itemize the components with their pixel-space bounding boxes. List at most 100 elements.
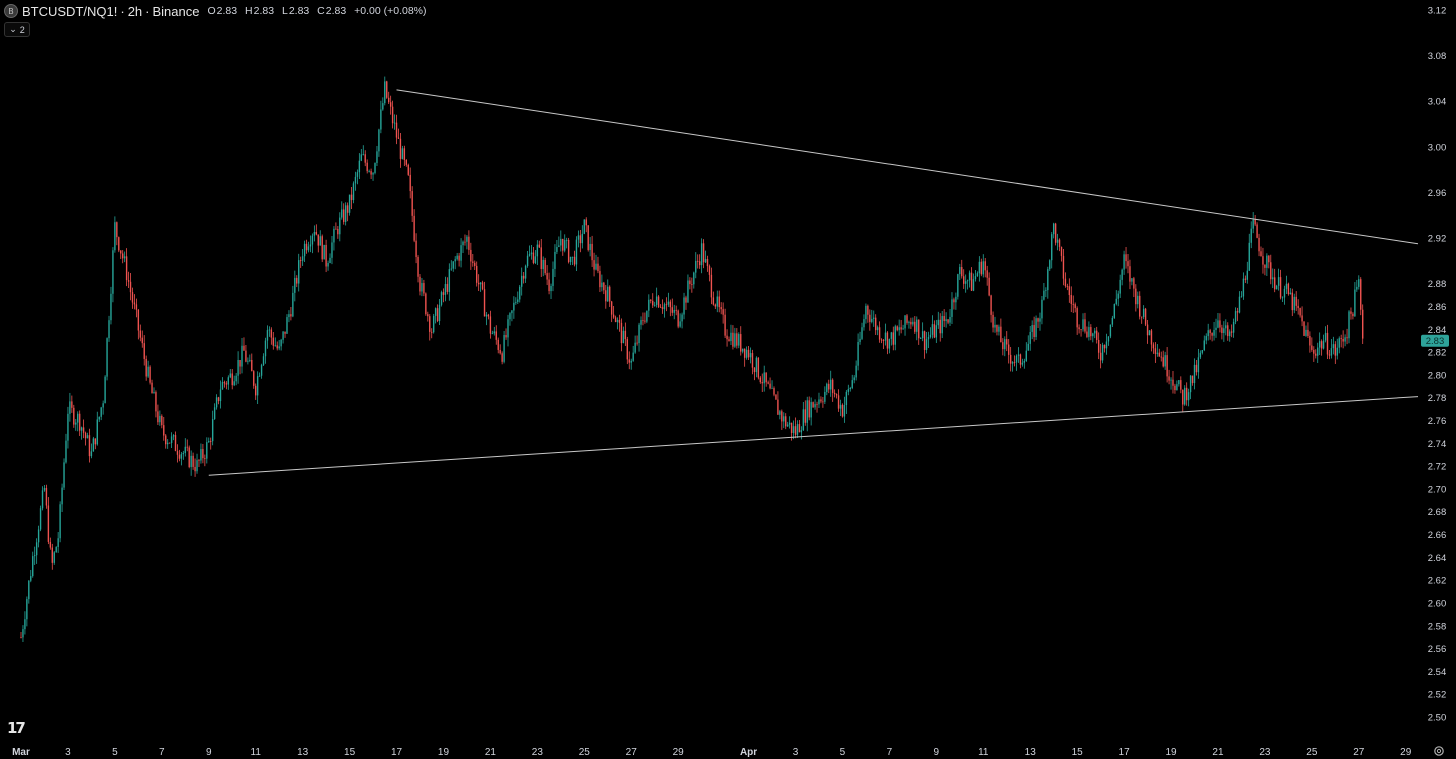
candle-body [745,349,748,358]
candle-body [933,324,936,338]
candle-body [1223,328,1225,334]
candle-body [695,260,697,273]
candle-body [1336,347,1338,356]
candle-body [78,413,81,431]
separator: · [145,3,150,19]
interval-label[interactable]: 2h [128,4,142,19]
candle-body [773,388,775,395]
candle-body [1285,283,1288,289]
candle-body [697,260,699,262]
y-tick-label: 2.86 [1428,302,1447,313]
candle-body [1109,324,1112,337]
candle-body [1266,255,1268,268]
candle-body [587,225,589,250]
candle-body [1225,325,1227,329]
candle-body [69,401,71,414]
candle-body [466,236,468,242]
candle-body [1275,285,1278,290]
gear-icon[interactable] [1433,745,1445,757]
candle-body [24,619,26,630]
candle-body [63,462,65,488]
candle-body [1045,290,1047,291]
candle-body [867,305,869,315]
x-tick-label: 27 [626,747,638,758]
candle-body [702,243,705,263]
candle-body [1117,293,1119,299]
candle-body [1119,279,1121,294]
candle-body [1217,320,1219,328]
candle-body [442,292,445,295]
candle-body [168,442,171,444]
price-chart[interactable]: 3.12 3.08 3.04 3.00 2.96 2.92 2.88 2.86 2.84 2.82… [0,0,1456,759]
candle-body [419,276,421,292]
candle-body [211,419,214,442]
candle-body [348,194,351,213]
candle-body [802,409,805,431]
candle-body [1101,344,1104,361]
candle-body [84,432,87,439]
candle-body [362,154,364,156]
candle-body [483,289,486,317]
candle-body [1258,237,1260,252]
candle-body [716,296,718,307]
candle-body [432,315,435,333]
candle-body [444,283,447,295]
x-tick-label: 13 [1025,747,1037,758]
candle-body [1342,339,1344,342]
candle-body [129,281,132,293]
candle-body [247,360,249,362]
candle-body [391,106,394,124]
candle-body [1184,387,1186,405]
candle-body [994,324,996,328]
candle-body [1021,362,1024,365]
candle-body [622,330,625,344]
candle-body [298,260,300,284]
candle-body [409,174,411,192]
candle-body [1262,256,1264,265]
candle-body [75,422,77,425]
candle-body [1058,239,1061,247]
candle-body [700,243,703,266]
candle-body [583,219,585,234]
symbol-name[interactable]: BTCUSDT/NQ1! [22,4,117,19]
y-tick-label: 2.70 [1428,484,1447,495]
candle-body [1272,277,1274,280]
candle-body [319,236,321,246]
candle-body [845,391,848,406]
candle-body [1178,380,1180,385]
candle-body [1037,318,1039,322]
y-tick-label: 2.88 [1428,279,1447,290]
candle-body [395,122,398,138]
candle-body [161,415,163,426]
candle-body [1162,357,1164,367]
indicators-collapse-button[interactable]: ⌄ 2 [4,22,30,37]
tradingview-logo[interactable]: 17 [7,719,26,737]
candle-body [833,392,836,395]
candle-body [612,314,615,318]
candle-body [742,348,744,352]
candle-body [603,282,605,291]
candle-body [133,302,136,305]
candle-body [957,274,959,297]
candle-body [765,372,767,383]
candle-body [282,331,284,340]
candle-body [458,255,460,261]
candle-body [223,382,226,384]
y-tick-label: 2.96 [1428,188,1447,199]
candle-body [916,319,918,332]
candle-body [166,442,169,445]
candle-body [1215,327,1217,330]
x-tick-label: 29 [673,747,685,758]
candle-body [896,326,898,331]
candle-body [1125,254,1127,262]
candle-body [595,263,597,270]
candle-body [714,304,717,307]
candle-body [1113,304,1116,318]
candle-body [857,342,859,366]
candle-body [145,358,147,377]
x-tick-label: Apr [740,747,757,758]
candle-body [800,430,803,433]
candle-body [1254,219,1256,225]
candle-body [888,338,891,349]
candle-body [865,305,867,320]
